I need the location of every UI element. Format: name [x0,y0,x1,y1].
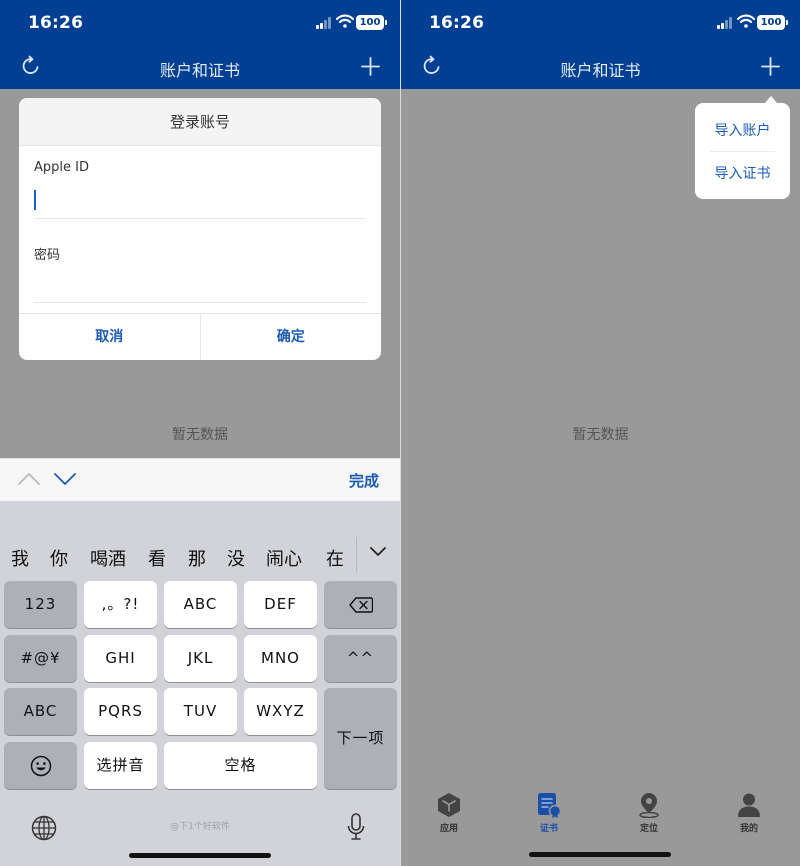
home-indicator [129,853,271,858]
add-icon[interactable] [361,57,380,76]
candidate-bar: 我 你 喝酒 看 那 没 闹心 在 [0,501,400,577]
next-field-icon[interactable] [54,471,76,487]
key-def[interactable]: DEF [244,581,317,628]
dialog-actions: 取消 确定 [19,313,381,360]
keyboard-accessory-bar: 完成 [0,458,400,501]
candidate-word[interactable]: 在 [326,545,344,571]
status-bar: 16:26 100 [401,0,800,46]
key-abc-switch[interactable]: ABC [4,688,77,735]
key-tuv[interactable]: TUV [164,688,237,735]
empty-state-text: 暂无数据 [172,427,228,443]
tab-label: 我的 [739,824,758,834]
keyboard: 我 你 喝酒 看 那 没 闹心 在 123 ,。?! ABC DEF #@¥ G… [0,501,400,866]
candidate-word[interactable]: 你 [50,545,68,571]
candidate-word[interactable]: 那 [188,545,206,571]
status-time: 16:26 [28,13,84,33]
add-menu-popover: 导入账户 导入证书 [695,96,790,199]
battery-icon: 100 [356,15,387,30]
candidate-word[interactable]: 看 [148,545,166,571]
divider [356,537,357,573]
signal-icon [316,17,334,29]
tab-label: 证书 [539,824,558,834]
tab-label: 定位 [639,824,658,834]
key-punctuation[interactable]: ,。?! [84,581,157,628]
candidate-word[interactable]: 闹心 [266,545,302,571]
backspace-key[interactable] [324,581,397,628]
add-icon[interactable] [761,57,780,76]
cancel-button[interactable]: 取消 [19,314,200,360]
backspace-icon [348,596,373,613]
accounts-screen: 16:26 100 账户和证书 导入账户 导入证书 暂无数据 应用 证书 定位 … [401,0,800,866]
key-jkl[interactable]: JKL [164,635,237,682]
import-certificate-item[interactable]: 导入证书 [695,163,790,183]
person-icon [738,793,760,817]
page-title: 账户和证书 [560,61,641,80]
watermark: @下1个好软件 [170,822,230,832]
password-label: 密码 [34,248,61,263]
key-123[interactable]: 123 [4,581,77,628]
tab-label: 应用 [439,824,458,834]
divider [710,151,775,152]
done-button[interactable]: 完成 [349,470,379,491]
key-ghi[interactable]: GHI [84,635,157,682]
password-field[interactable] [34,266,366,302]
emoji-icon [30,755,51,776]
import-account-item[interactable]: 导入账户 [695,120,790,140]
status-bar: 16:26 100 [0,0,400,46]
apple-id-label: Apple ID [34,160,89,175]
tab-profile[interactable]: 我的 [719,792,779,834]
key-symbols[interactable]: #@¥ [4,635,77,682]
battery-icon: 100 [757,15,788,30]
microphone-icon[interactable] [347,813,365,841]
chevron-down-icon[interactable] [369,546,387,558]
home-indicator [529,852,671,857]
status-time: 16:26 [429,13,485,33]
page-title: 账户和证书 [159,61,240,80]
nav-bar: 账户和证书 [401,46,800,89]
apple-id-field[interactable] [34,182,366,218]
divider [34,218,366,219]
nav-bar: 账户和证书 [0,46,400,89]
key-wxyz[interactable]: WXYZ [244,688,317,735]
dialog-title: 登录账号 [19,98,381,146]
space-key[interactable]: 空格 [164,742,317,789]
tab-certificates[interactable]: 证书 [519,792,579,834]
location-pin-icon [639,793,659,818]
empty-state-text: 暂无数据 [572,427,629,443]
wifi-icon [737,14,755,28]
login-screen: 16:26 100 账户和证书 暂无数据 登录账号 Apple ID 密码 取消… [0,0,400,866]
key-mno[interactable]: MNO [244,635,317,682]
candidate-word[interactable]: 喝酒 [90,545,126,571]
tab-location[interactable]: 定位 [619,792,679,834]
login-dialog: 登录账号 Apple ID 密码 取消 确定 [19,98,381,360]
tab-apps[interactable]: 应用 [419,792,479,834]
candidate-word[interactable]: 我 [11,545,29,571]
text-caret [34,190,36,210]
candidate-word[interactable]: 没 [227,545,245,571]
divider [34,302,366,303]
previous-field-icon[interactable] [18,471,40,487]
key-select-pinyin[interactable]: 选拼音 [84,742,157,789]
key-pqrs[interactable]: PQRS [84,688,157,735]
certificate-icon [538,793,562,818]
next-key[interactable]: 下一项 [324,688,397,789]
key-emoticon[interactable]: ^^ [324,635,397,682]
cube-icon [438,793,460,817]
emoji-key[interactable] [4,742,77,789]
wifi-icon [336,14,354,28]
key-abc[interactable]: ABC [164,581,237,628]
signal-icon [717,17,735,29]
confirm-button[interactable]: 确定 [199,314,382,360]
